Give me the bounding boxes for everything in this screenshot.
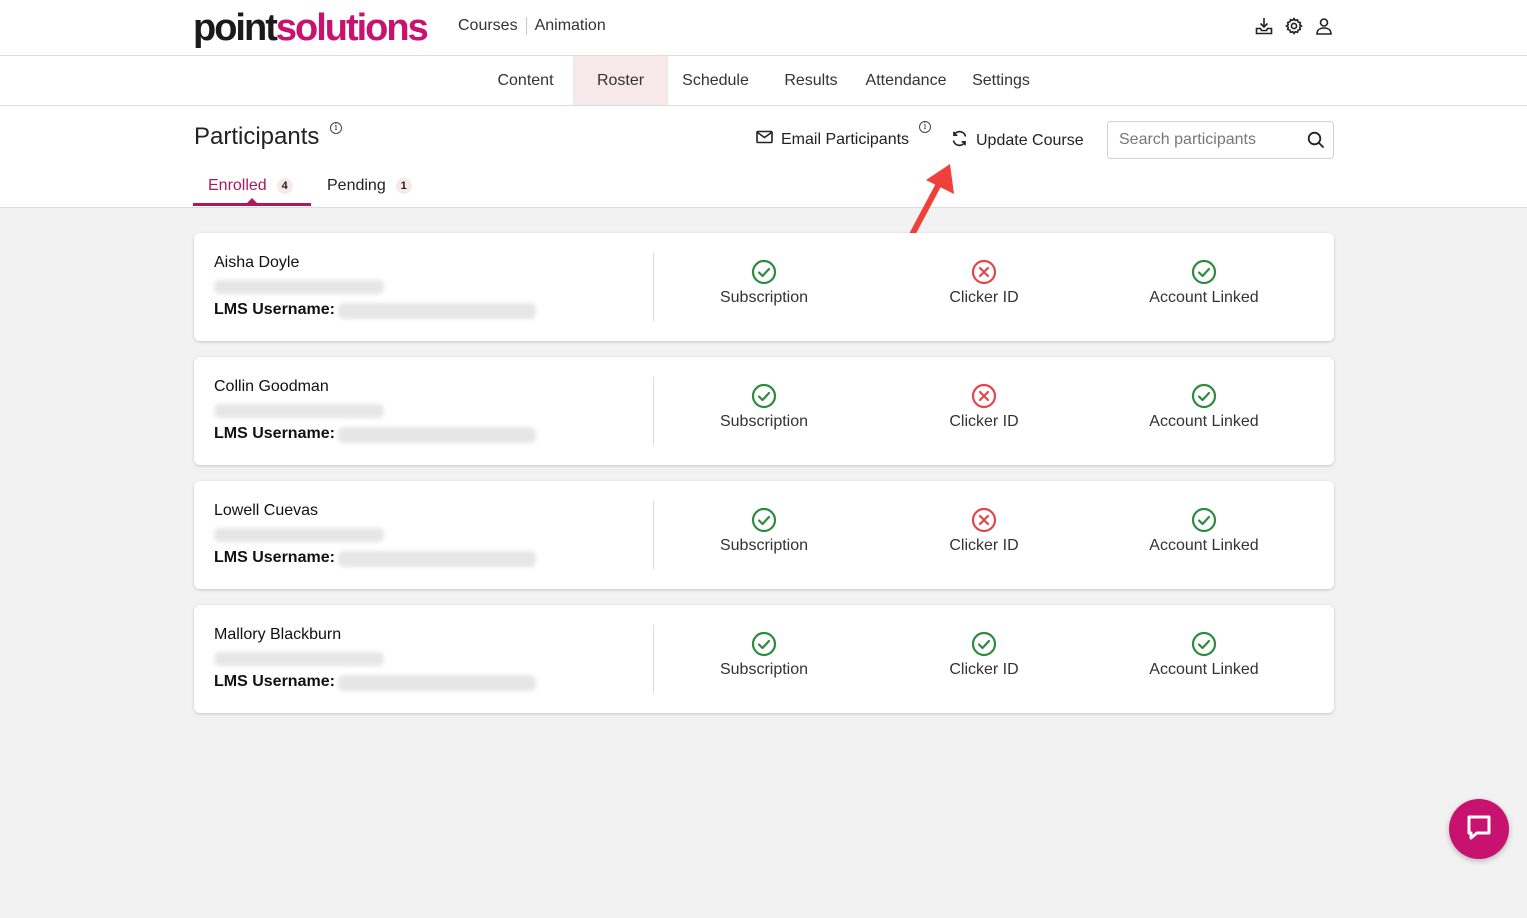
email-participants-button[interactable]: Email Participants bbox=[756, 130, 909, 149]
search-input[interactable] bbox=[1119, 131, 1299, 149]
nav-roster[interactable]: Roster bbox=[573, 56, 668, 105]
refresh-icon bbox=[951, 130, 968, 152]
status-clicker: Clicker ID bbox=[894, 631, 1074, 679]
status-account: Account Linked bbox=[1114, 507, 1294, 555]
participant-name: Lowell Cuevas bbox=[214, 502, 319, 519]
participant-name: Collin Goodman bbox=[214, 378, 329, 395]
check-circle-icon bbox=[1114, 383, 1294, 409]
status-label: Subscription bbox=[719, 537, 809, 554]
x-circle-icon bbox=[894, 507, 1074, 533]
check-circle-icon bbox=[674, 383, 854, 409]
status-subscription: Subscription bbox=[674, 259, 854, 307]
x-circle-icon bbox=[894, 259, 1074, 285]
breadcrumb-separator bbox=[525, 17, 527, 35]
status-label: Clicker ID bbox=[949, 661, 1019, 678]
status-label: Clicker ID bbox=[949, 289, 1019, 306]
status-subscription: Subscription bbox=[674, 631, 854, 679]
status-label: Account Linked bbox=[1149, 289, 1259, 306]
nav-results[interactable]: Results bbox=[770, 56, 852, 105]
check-circle-icon bbox=[1114, 259, 1294, 285]
redacted-email bbox=[214, 280, 384, 294]
email-info-icon[interactable]: i bbox=[919, 121, 931, 133]
breadcrumb: Courses Animation bbox=[458, 17, 606, 35]
nav-schedule[interactable]: Schedule bbox=[668, 56, 763, 105]
status-label: Subscription bbox=[719, 289, 809, 306]
tab-active-caret bbox=[246, 198, 258, 204]
redacted-lms-username bbox=[338, 675, 536, 691]
card-divider bbox=[653, 501, 654, 569]
status-label: Clicker ID bbox=[949, 413, 1019, 430]
tab-enrolled-label: Enrolled bbox=[208, 177, 267, 194]
participant-card[interactable]: Collin Goodman LMS Username: Subscription C… bbox=[194, 357, 1334, 465]
envelope-icon bbox=[756, 130, 773, 149]
tab-enrolled[interactable]: Enrolled 4 bbox=[208, 175, 293, 197]
participants-header: Participants i Enrolled 4 Pending 1 Emai… bbox=[0, 106, 1527, 208]
lms-username-label: LMS Username: bbox=[214, 301, 335, 318]
chat-button[interactable] bbox=[1449, 799, 1509, 859]
pointsolutions-logo[interactable]: pointsolutions bbox=[193, 6, 429, 50]
participant-name: Aisha Doyle bbox=[214, 254, 300, 271]
status-clicker: Clicker ID bbox=[894, 259, 1074, 307]
lms-username-label: LMS Username: bbox=[214, 549, 335, 566]
status-account: Account Linked bbox=[1114, 631, 1294, 679]
nav-attendance[interactable]: Attendance bbox=[858, 56, 954, 105]
status-subscription: Subscription bbox=[674, 507, 854, 555]
status-label: Account Linked bbox=[1149, 661, 1259, 678]
nav-content[interactable]: Content bbox=[478, 56, 573, 105]
tab-pending[interactable]: Pending 1 bbox=[327, 175, 412, 197]
top-icons bbox=[1255, 16, 1333, 36]
gear-icon[interactable] bbox=[1285, 16, 1303, 36]
status-label: Subscription bbox=[719, 661, 809, 678]
breadcrumb-courses[interactable]: Courses bbox=[458, 17, 518, 35]
course-nav: Content Roster Schedule Results Attendan… bbox=[0, 56, 1527, 106]
check-circle-icon bbox=[674, 259, 854, 285]
page-title: Participants bbox=[194, 123, 320, 150]
x-circle-icon bbox=[894, 383, 1074, 409]
card-divider bbox=[653, 253, 654, 321]
tab-pending-count: 1 bbox=[395, 178, 412, 194]
status-clicker: Clicker ID bbox=[894, 383, 1074, 431]
nav-settings[interactable]: Settings bbox=[962, 56, 1040, 105]
redacted-email bbox=[214, 404, 384, 418]
lms-username-label: LMS Username: bbox=[214, 425, 335, 442]
status-clicker: Clicker ID bbox=[894, 507, 1074, 555]
update-course-label: Update Course bbox=[976, 132, 1084, 149]
check-circle-icon bbox=[1114, 631, 1294, 657]
check-circle-icon bbox=[894, 631, 1074, 657]
tab-pending-label: Pending bbox=[327, 177, 386, 194]
search-icon[interactable] bbox=[1307, 131, 1325, 154]
redacted-lms-username bbox=[338, 427, 536, 443]
download-icon[interactable] bbox=[1255, 16, 1273, 36]
status-label: Clicker ID bbox=[949, 537, 1019, 554]
status-account: Account Linked bbox=[1114, 383, 1294, 431]
status-label: Account Linked bbox=[1149, 537, 1259, 554]
user-icon[interactable] bbox=[1315, 16, 1333, 36]
tab-enrolled-count: 4 bbox=[276, 178, 293, 194]
search-box[interactable] bbox=[1107, 121, 1334, 159]
top-bar: pointsolutions Courses Animation bbox=[0, 0, 1527, 56]
participant-card[interactable]: Aisha Doyle LMS Username: Subscription Clic… bbox=[194, 233, 1334, 341]
participant-card[interactable]: Mallory Blackburn LMS Username: Subscripti… bbox=[194, 605, 1334, 713]
lms-username-label: LMS Username: bbox=[214, 673, 335, 690]
participant-name: Mallory Blackburn bbox=[214, 626, 342, 643]
status-account: Account Linked bbox=[1114, 259, 1294, 307]
email-participants-label: Email Participants bbox=[781, 130, 910, 148]
card-divider bbox=[653, 625, 654, 693]
redacted-lms-username bbox=[338, 303, 536, 319]
breadcrumb-course-name[interactable]: Animation bbox=[535, 17, 606, 35]
participant-card[interactable]: Lowell Cuevas LMS Username: Subscription Cl… bbox=[194, 481, 1334, 589]
card-divider bbox=[653, 377, 654, 445]
chat-bubble-icon bbox=[1464, 812, 1494, 847]
redacted-lms-username bbox=[338, 551, 536, 567]
info-icon[interactable]: i bbox=[330, 122, 342, 134]
status-label: Account Linked bbox=[1149, 413, 1259, 430]
update-course-button[interactable]: Update Course bbox=[951, 130, 1084, 152]
redacted-email bbox=[214, 528, 384, 542]
check-circle-icon bbox=[674, 631, 854, 657]
status-subscription: Subscription bbox=[674, 383, 854, 431]
check-circle-icon bbox=[1114, 507, 1294, 533]
check-circle-icon bbox=[674, 507, 854, 533]
status-label: Subscription bbox=[719, 413, 809, 430]
redacted-email bbox=[214, 652, 384, 666]
